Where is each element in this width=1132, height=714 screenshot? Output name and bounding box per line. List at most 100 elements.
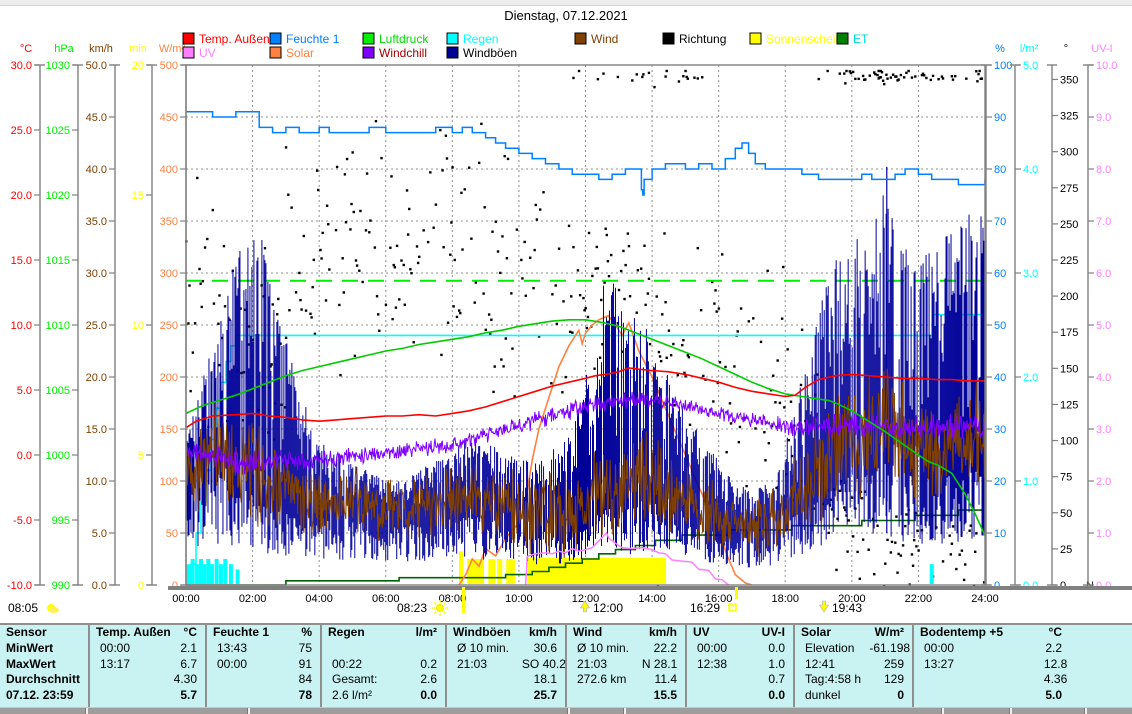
table-column-wind: Windkm/hØ 10 min.22.221:03N 28.1272.6 km… (565, 625, 685, 708)
direction-dot (298, 272, 300, 274)
direction-dot (911, 76, 913, 78)
table-row: 00:002.2 (914, 641, 1132, 657)
direction-dot (565, 376, 567, 378)
direction-dot (495, 220, 497, 222)
direction-dot (702, 375, 704, 377)
direction-dot (533, 249, 535, 251)
direction-dot (783, 406, 785, 408)
sun-marker-label: 19:43 (832, 601, 862, 615)
direction-dot (446, 157, 448, 159)
column-header: SolarW/m² (795, 625, 912, 641)
legend-label: Feuchte 1 (286, 32, 340, 46)
direction-dot (895, 75, 897, 77)
direction-dot (628, 245, 630, 247)
direction-dot (441, 169, 443, 171)
direction-dot (603, 281, 605, 283)
direction-dot (952, 78, 954, 80)
direction-dot (903, 76, 905, 78)
direction-dot (356, 264, 358, 266)
direction-dot (468, 166, 470, 168)
direction-dot (826, 70, 828, 72)
cell-time (207, 688, 279, 704)
table-row: 21:03SO 40.2 (447, 657, 565, 673)
direction-dot (351, 151, 353, 153)
cell-value: 129 (869, 672, 912, 688)
rain-bar (215, 559, 219, 584)
chart-text: 30.0 (86, 268, 107, 280)
direction-dot (786, 348, 788, 350)
direction-dot (464, 188, 466, 190)
direction-dot (285, 337, 287, 339)
direction-dot (596, 246, 598, 248)
direction-dot (561, 391, 563, 393)
cell-time (914, 672, 1044, 688)
cell-time: 12:41 (795, 657, 869, 673)
direction-dot (640, 267, 642, 269)
direction-dot (582, 297, 584, 299)
chart-text: 15.0 (11, 255, 32, 267)
cell-value: 0.0 (400, 688, 445, 704)
direction-dot (369, 219, 371, 221)
chart-text: 250 (160, 320, 178, 332)
direction-dot (287, 194, 289, 196)
direction-dot (733, 365, 735, 367)
table-row: 12:381.0 (687, 657, 793, 673)
chart-text: 2.0 (1096, 476, 1111, 488)
direction-dot (536, 218, 538, 220)
chart-text: 90 (994, 112, 1006, 124)
direction-dot (852, 535, 854, 537)
direction-dot (644, 304, 646, 306)
legend-label: Luftdruck (379, 32, 429, 46)
direction-dot (501, 235, 503, 237)
chart-text: 14:00 (638, 593, 666, 605)
direction-dot (403, 264, 405, 266)
direction-dot (488, 313, 490, 315)
direction-dot (285, 146, 287, 148)
direction-dot (366, 172, 368, 174)
direction-dot (375, 120, 377, 122)
chart-text: 400 (160, 164, 178, 176)
direction-dot (521, 277, 523, 279)
direction-dot (627, 232, 629, 234)
direction-dot (954, 75, 956, 77)
direction-dot (212, 209, 214, 211)
direction-dot (886, 539, 888, 541)
direction-dot (845, 70, 847, 72)
chart-text: 100 (994, 60, 1012, 72)
chart-text: 325 (1060, 111, 1078, 123)
chart-text: hPa (54, 43, 74, 55)
rain-bar (236, 569, 240, 584)
direction-dot (642, 73, 644, 75)
cell-value: 4.36 (1044, 672, 1132, 688)
cell-value: 84 (279, 672, 320, 688)
direction-dot (432, 227, 434, 229)
direction-dot (310, 316, 312, 318)
direction-dot (788, 439, 790, 441)
direction-dot (201, 306, 203, 308)
legend-swatch (837, 33, 848, 44)
sun-marker-label: 12:00 (593, 601, 623, 615)
direction-dot (341, 257, 343, 259)
table-column-temp-au-en: Temp. Außen°C00:002.113:176.74.305.7 (88, 625, 205, 708)
direction-dot (623, 298, 625, 300)
direction-dot (277, 298, 279, 300)
direction-dot (637, 269, 639, 271)
direction-dot (955, 568, 957, 570)
cell-time: 00:22 (322, 657, 400, 673)
chart-text: 0.0 (92, 580, 107, 592)
direction-dot (562, 300, 564, 302)
direction-dot (917, 549, 919, 551)
direction-dot (925, 77, 927, 79)
direction-dot (343, 291, 345, 293)
direction-dot (445, 135, 447, 137)
chart-text: 10 (994, 528, 1006, 540)
direction-dot (774, 401, 776, 403)
sun-icon (437, 605, 444, 612)
chart-text: 450 (160, 112, 178, 124)
direction-dot (656, 295, 658, 297)
direction-dot (693, 77, 695, 79)
chart-text: 20.0 (86, 372, 107, 384)
chart-text: 100 (160, 476, 178, 488)
chart-text: 10.0 (86, 476, 107, 488)
chart-text: -5.0 (13, 515, 32, 527)
